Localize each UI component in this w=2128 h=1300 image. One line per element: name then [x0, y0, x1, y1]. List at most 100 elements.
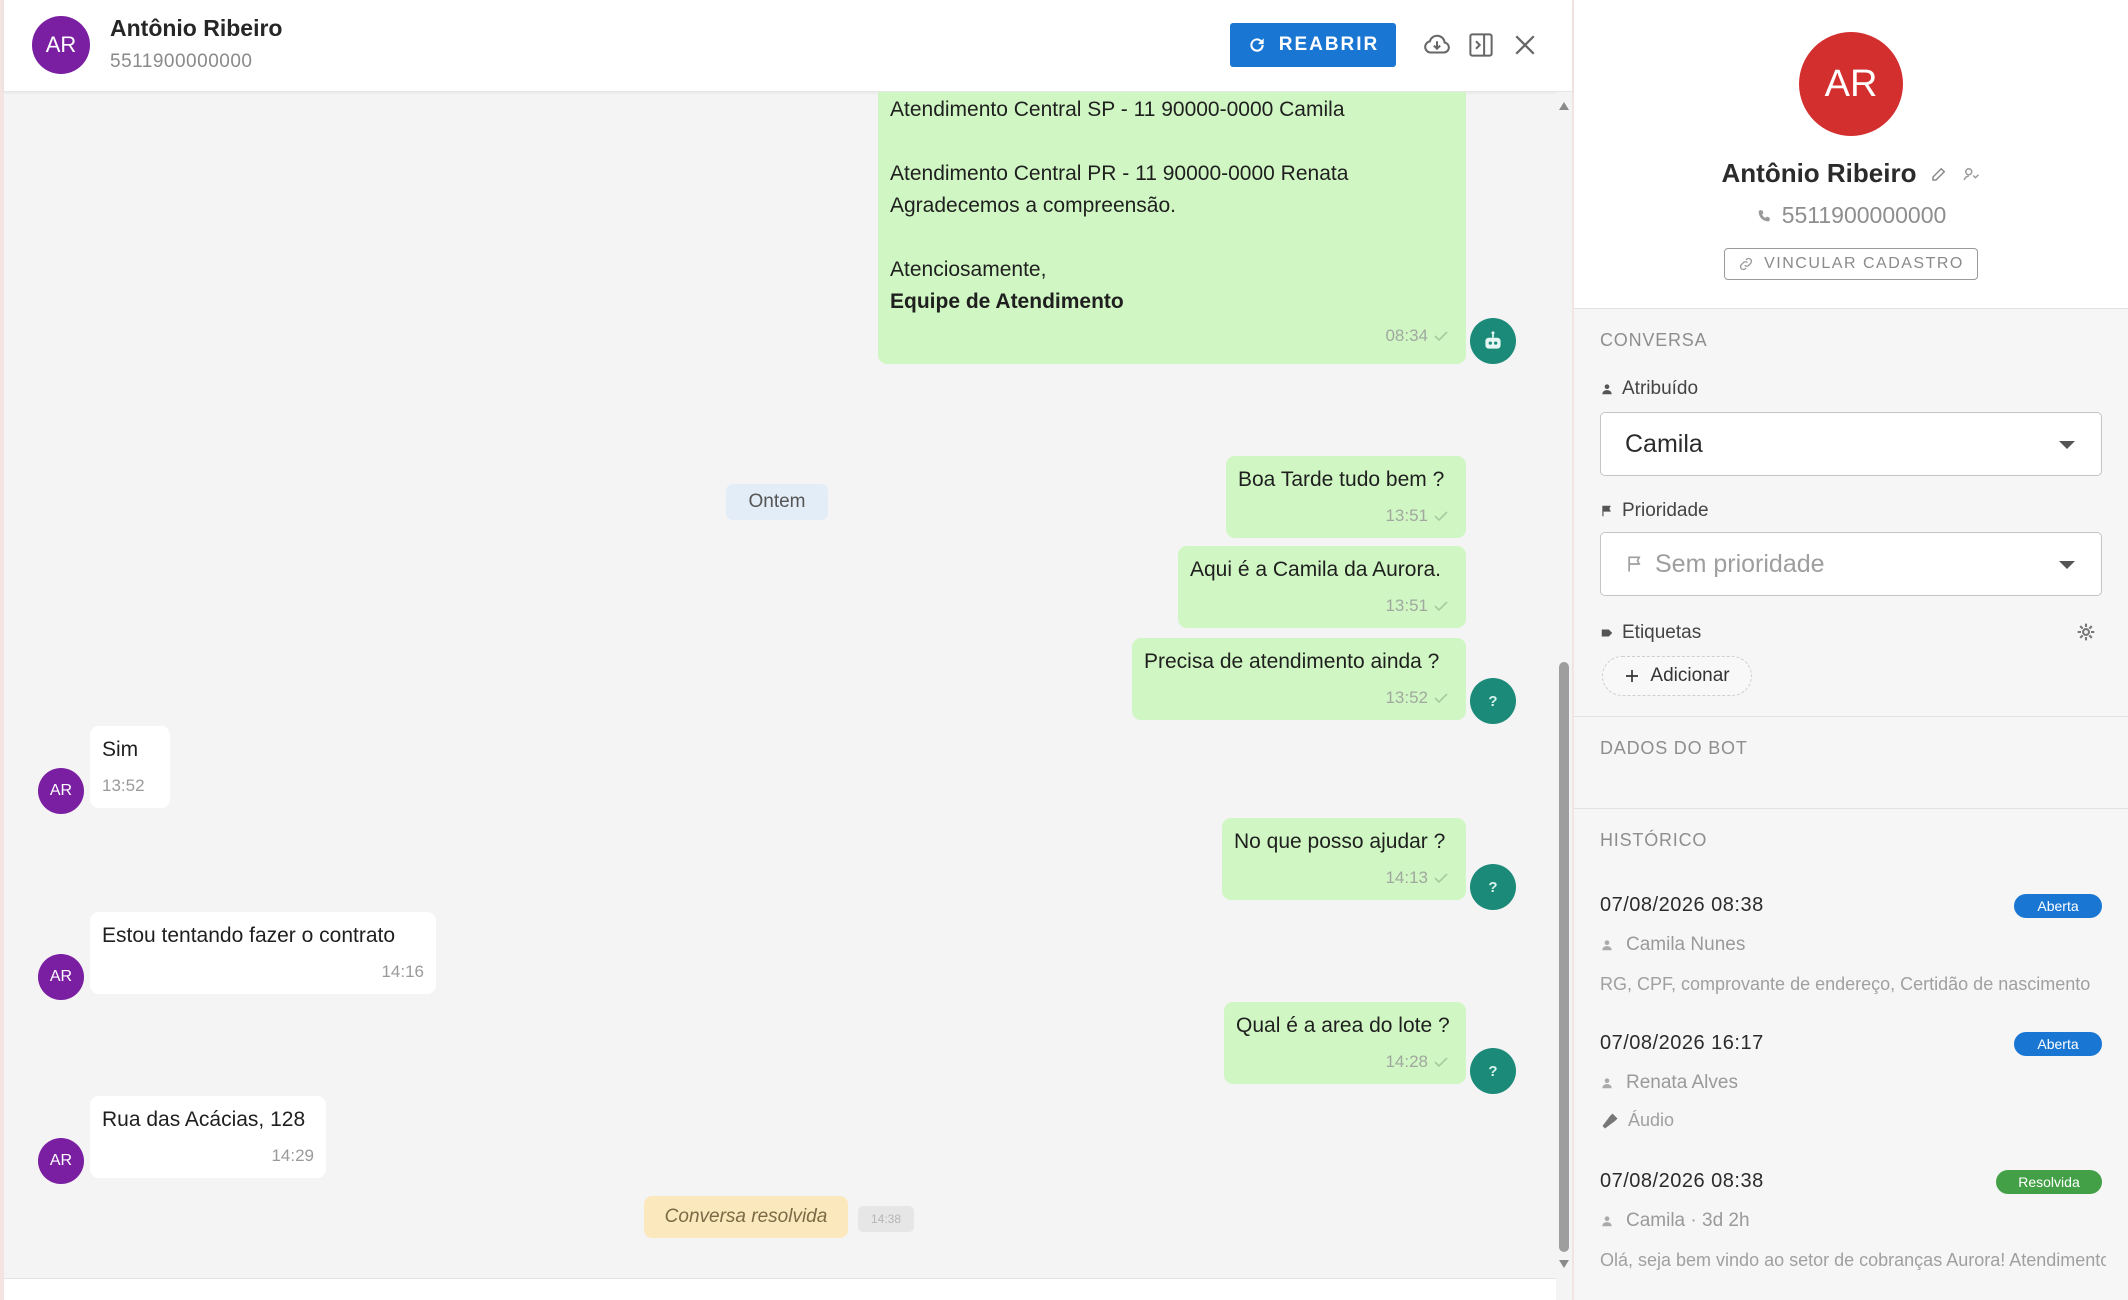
conversation-section-title: CONVERSA — [1600, 330, 1708, 350]
cloud-download-button[interactable] — [1420, 28, 1454, 62]
message-text: Rua das Acácias, 128 — [102, 1108, 306, 1131]
contact-avatar-small: AR — [38, 1138, 84, 1184]
merge-contact-icon[interactable] — [1962, 165, 1980, 183]
scroll-down-arrow-icon[interactable] — [1559, 1260, 1569, 1268]
history-item-user: Camila · 3d 2h — [1600, 1210, 1750, 1232]
message-text: Estou tentando fazer o contrato — [102, 924, 396, 947]
message-bubble-incoming[interactable]: Rua das Acácias, 128 14:29 — [90, 1096, 326, 1178]
message-time: 14:13 — [1385, 862, 1452, 894]
reopen-button-label: REABRIR — [1278, 34, 1380, 55]
message-text: Atendimento Central SP - 11 90000-0000 C… — [890, 98, 1345, 121]
cloud-download-icon — [1424, 34, 1450, 54]
check-icon — [1434, 1057, 1448, 1068]
profile-name-row: Antônio Ribeiro — [1574, 158, 2128, 189]
agent-sender-badge: ? — [1470, 864, 1516, 910]
message-text: Aqui é a Camila da Aurora. — [1190, 558, 1441, 581]
tag-icon — [1601, 629, 1613, 637]
message-text: Agradecemos a compreensão. — [890, 194, 1176, 217]
check-icon — [1434, 331, 1448, 342]
message-time: 14:16 — [381, 962, 424, 981]
scrollbar-thumb[interactable] — [1559, 662, 1569, 1252]
message-text: Boa Tarde tudo bem ? — [1238, 468, 1445, 491]
check-icon — [1434, 693, 1448, 704]
divider — [1574, 308, 2128, 309]
assigned-value: Camila — [1625, 429, 1703, 458]
link-registration-label: VINCULAR CADASTRO — [1764, 255, 1964, 272]
close-icon — [1515, 35, 1535, 55]
check-icon — [1434, 601, 1448, 612]
assigned-select[interactable]: Camila — [1600, 412, 2102, 476]
priority-select[interactable]: Sem prioridade — [1600, 532, 2102, 596]
scroll-up-arrow-icon[interactable] — [1559, 102, 1569, 110]
message-list[interactable]: Atendimento Central SP - 11 90000-0000 C… — [4, 92, 1556, 1278]
conversation-resolved-notice: Conversa resolvida — [644, 1196, 848, 1238]
chat-header: AR Antônio Ribeiro 5511900000000 REABRIR — [4, 0, 1572, 92]
message-bubble-outgoing[interactable]: Boa Tarde tudo bem ? 13:51 — [1226, 456, 1466, 538]
message-time: 13:52 — [1385, 682, 1452, 714]
bot-sender-badge — [1470, 318, 1516, 364]
contact-name: Antônio Ribeiro — [110, 15, 283, 41]
tags-label: Etiquetas — [1600, 622, 1701, 644]
message-bubble-outgoing[interactable]: Aqui é a Camila da Aurora. 13:51 — [1178, 546, 1466, 628]
priority-placeholder: Sem prioridade — [1655, 549, 1825, 578]
message-text: Sim — [102, 738, 139, 761]
status-badge: Resolvida — [1996, 1170, 2102, 1194]
message-bubble-outgoing[interactable]: No que posso ajudar ? 14:13 — [1222, 818, 1466, 900]
message-text: Atendimento Central PR - 11 90000-0000 R… — [890, 162, 1349, 185]
message-bubble-outgoing[interactable]: Atendimento Central SP - 11 90000-0000 C… — [878, 92, 1466, 364]
flag-icon — [1602, 505, 1611, 517]
scrollbar[interactable] — [1556, 92, 1572, 1278]
add-tag-label: Adicionar — [1650, 665, 1730, 686]
message-bubble-incoming[interactable]: Sim 13:52 — [90, 726, 170, 808]
status-badge: Aberta — [2014, 894, 2102, 918]
priority-label: Prioridade — [1600, 500, 1709, 522]
assigned-label: Atribuído — [1600, 378, 1698, 400]
profile-avatar: AR — [1799, 32, 1903, 136]
contact-avatar-small: AR — [38, 768, 84, 814]
person-icon — [1602, 940, 1612, 951]
history-item-preview: Olá, seja bem vindo ao setor de cobrança… — [1600, 1250, 2106, 1270]
contact-avatar[interactable]: AR — [32, 16, 90, 74]
reopen-button[interactable]: REABRIR — [1230, 23, 1396, 67]
resolved-time: 14:38 — [858, 1206, 914, 1232]
divider — [1574, 716, 2128, 717]
message-bubble-outgoing[interactable]: Qual é a area do lote ? 14:28 — [1224, 1002, 1466, 1084]
profile-section: AR Antônio Ribeiro 5511900000000 VINCULA… — [1574, 0, 2128, 308]
message-text: Precisa de atendimento ainda ? — [1144, 650, 1440, 673]
message-time: 14:28 — [1385, 1046, 1452, 1078]
message-composer[interactable] — [4, 1278, 1556, 1300]
edit-icon[interactable] — [1930, 165, 1948, 183]
panel-toggle-icon — [1469, 33, 1493, 57]
close-button[interactable] — [1508, 28, 1542, 62]
contact-avatar-small: AR — [38, 954, 84, 1000]
robot-icon — [1485, 331, 1501, 349]
gear-icon[interactable] — [2076, 622, 2096, 642]
message-text: No que posso ajudar ? — [1234, 830, 1446, 853]
phone-icon — [1758, 209, 1770, 221]
profile-phone-row: 5511900000000 — [1574, 202, 2128, 229]
chat-panel: AR Antônio Ribeiro 5511900000000 REABRIR… — [4, 0, 1572, 1300]
message-text: Equipe de Atendimento — [890, 290, 1124, 313]
plus-icon — [1626, 670, 1639, 682]
history-item-date[interactable]: 07/08/2026 08:38 — [1600, 1170, 1764, 1193]
person-icon — [1602, 1216, 1612, 1227]
message-time: 14:29 — [271, 1146, 314, 1165]
message-time: 13:51 — [1385, 590, 1452, 622]
status-badge: Aberta — [2014, 1032, 2102, 1056]
message-bubble-incoming[interactable]: Estou tentando fazer o contrato 14:16 — [90, 912, 436, 994]
message-time: 08:34 — [1385, 320, 1452, 352]
history-item-date[interactable]: 07/08/2026 16:17 — [1600, 1032, 1764, 1055]
add-tag-button[interactable]: Adicionar — [1602, 656, 1752, 696]
contact-phone: 5511900000000 — [110, 51, 253, 72]
history-item-preview: Áudio — [1600, 1110, 2106, 1131]
flag-outline-icon — [1628, 556, 1641, 572]
toggle-panel-button[interactable] — [1464, 28, 1498, 62]
history-item-date[interactable]: 07/08/2026 08:38 — [1600, 894, 1764, 917]
person-icon — [1602, 384, 1612, 395]
message-bubble-outgoing[interactable]: Precisa de atendimento ainda ? 13:52 — [1132, 638, 1466, 720]
link-registration-button[interactable]: VINCULAR CADASTRO — [1724, 248, 1978, 280]
chevron-down-icon — [2059, 561, 2075, 569]
message-text: Qual é a area do lote ? — [1236, 1014, 1450, 1037]
microphone-icon — [1602, 1113, 1618, 1128]
person-icon — [1602, 1078, 1612, 1089]
